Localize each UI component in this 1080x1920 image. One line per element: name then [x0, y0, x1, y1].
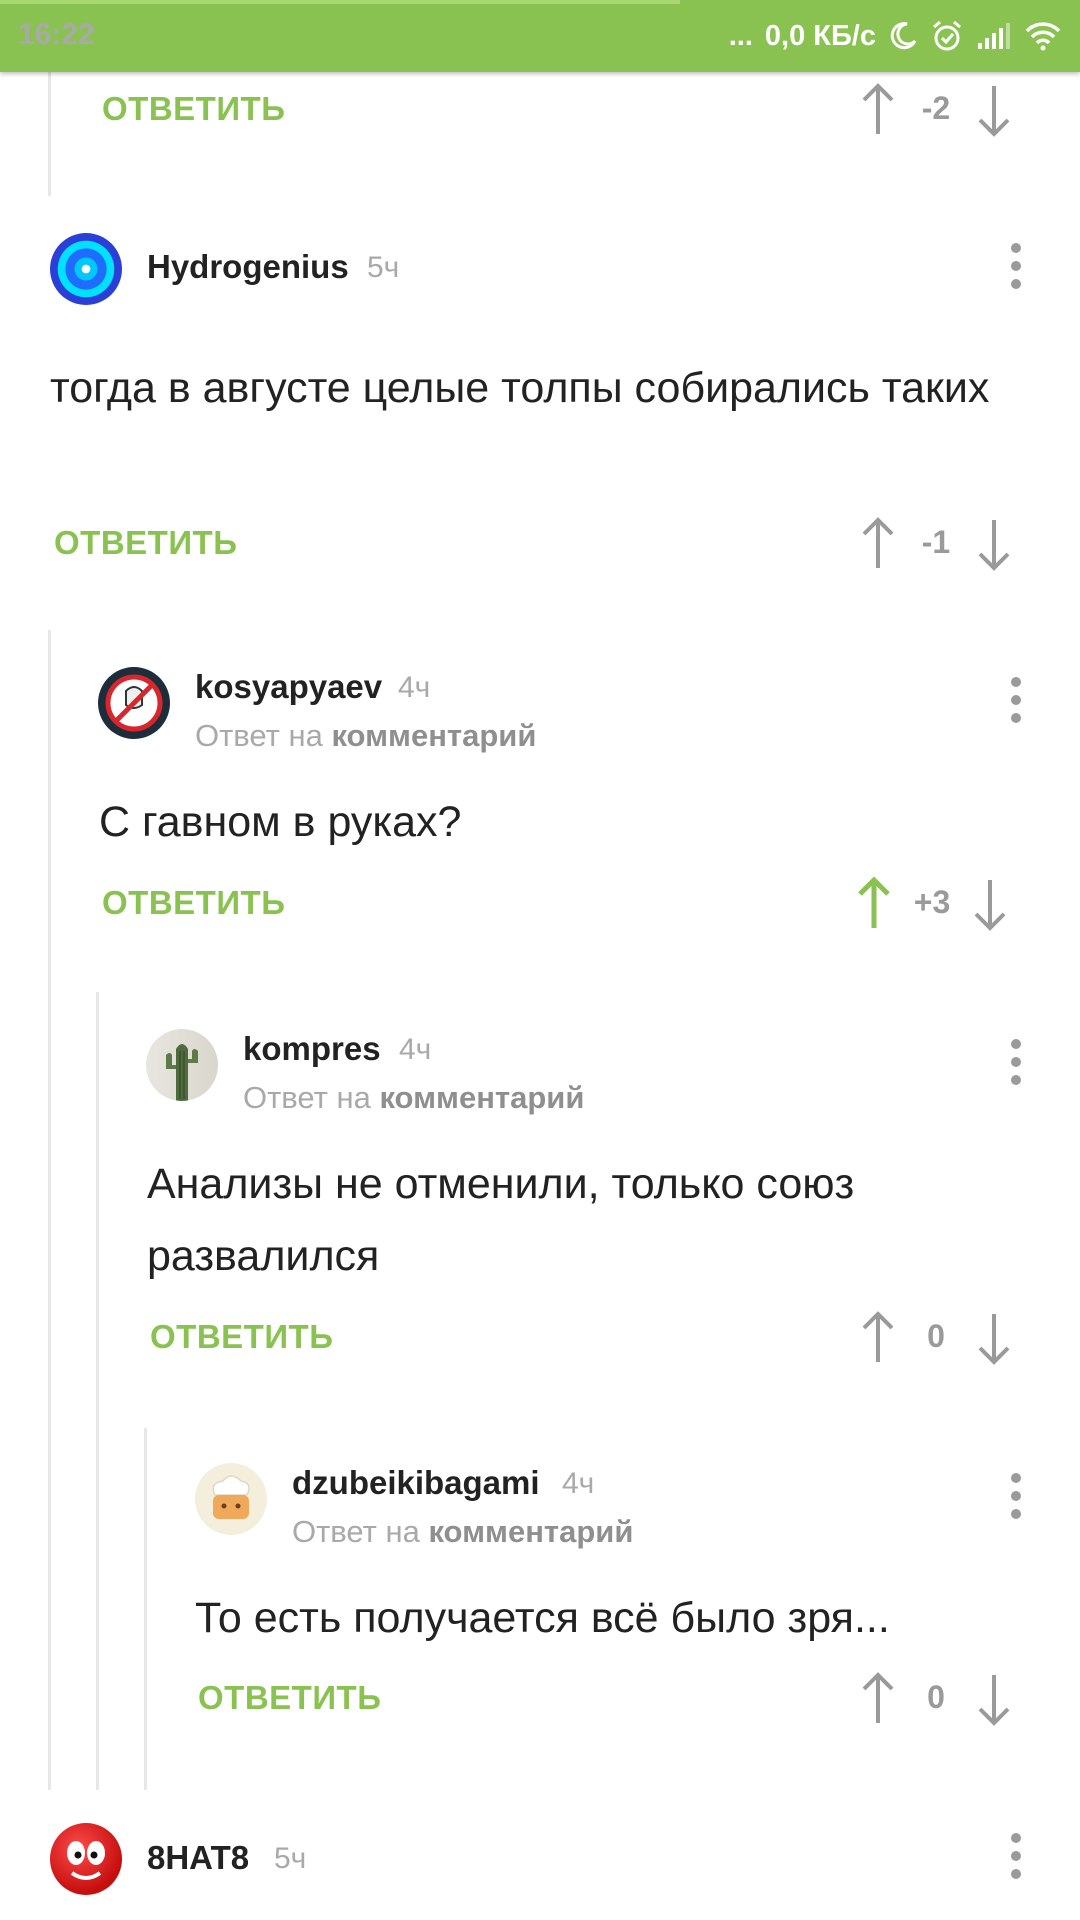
- reply-button[interactable]: ОТВЕТИТЬ: [54, 524, 237, 562]
- comment-time: 5ч: [367, 251, 400, 284]
- cactus-icon: [166, 1044, 198, 1101]
- downvote-icon[interactable]: [972, 1669, 1016, 1729]
- vote-controls: -1: [856, 514, 1016, 574]
- thread-line: [144, 1428, 147, 1790]
- username[interactable]: dzubeikibagami: [292, 1464, 540, 1502]
- username[interactable]: 8HAT8: [147, 1839, 249, 1877]
- page-load-progress: [0, 0, 680, 4]
- net-speed: 0,0 КБ/с: [764, 19, 876, 52]
- reply-to-prefix: Ответ на: [195, 718, 323, 753]
- reply-to-link[interactable]: комментарий: [379, 1080, 584, 1115]
- reply-to-info: Ответ на комментарий: [195, 718, 536, 754]
- comment-time: 4ч: [398, 671, 431, 704]
- status-time: 16:22: [18, 18, 95, 51]
- thread-line: [48, 630, 51, 1790]
- reply-to-info: Ответ на комментарий: [292, 1514, 633, 1550]
- moon-icon: [890, 22, 917, 50]
- downvote-icon[interactable]: [968, 874, 1012, 934]
- alarm-icon: [933, 20, 961, 51]
- vote-controls: -2: [856, 80, 1016, 140]
- upvote-icon[interactable]: [856, 514, 900, 574]
- more-options-icon[interactable]: [1002, 236, 1030, 296]
- downvote-icon[interactable]: [972, 80, 1016, 140]
- ghostbusters-avatar[interactable]: [98, 667, 170, 739]
- reply-to-prefix: Ответ на: [292, 1514, 420, 1549]
- cactus-avatar[interactable]: [146, 1029, 218, 1101]
- status-icons: ... 0,0 КБ/с: [729, 14, 1062, 58]
- vote-controls: 0: [856, 1308, 1016, 1368]
- comment-time: 4ч: [562, 1467, 595, 1500]
- more-options-icon[interactable]: [1002, 1826, 1030, 1886]
- upvote-icon[interactable]: [856, 80, 900, 140]
- vote-score: -1: [921, 524, 951, 560]
- upvote-icon[interactable]: [852, 874, 896, 934]
- reply-button[interactable]: ОТВЕТИТЬ: [198, 1679, 381, 1717]
- thread-line: [96, 992, 99, 1790]
- comment-text: С гавном в руках?: [99, 798, 462, 846]
- more-options-icon[interactable]: [1002, 1032, 1030, 1092]
- vote-controls: +3: [852, 874, 1012, 934]
- downvote-icon[interactable]: [972, 514, 1016, 574]
- red-face-avatar[interactable]: [50, 1823, 122, 1895]
- comment-text: То есть получается всё было зря...: [195, 1594, 890, 1642]
- chef-avatar[interactable]: [195, 1463, 267, 1535]
- vote-score: 0: [927, 1679, 945, 1715]
- username[interactable]: kompres: [243, 1030, 381, 1068]
- chef-icon: [212, 1475, 250, 1519]
- status-dots: ...: [728, 19, 753, 52]
- username[interactable]: kosyapyaev: [195, 668, 382, 706]
- thread-line: [48, 72, 51, 196]
- comment-text: тогда в августе целые толпы собирались т…: [50, 364, 990, 412]
- upvote-icon[interactable]: [856, 1308, 900, 1368]
- comment-text: Анализы не отменили, только союз развали…: [147, 1160, 855, 1280]
- vote-score: -2: [921, 90, 951, 126]
- ghostbusters-icon: [105, 674, 163, 732]
- reply-button[interactable]: ОТВЕТИТЬ: [150, 1318, 333, 1356]
- reply-to-link[interactable]: комментарий: [428, 1514, 633, 1549]
- comment-time: 5ч: [274, 1842, 307, 1875]
- reply-button[interactable]: ОТВЕТИТЬ: [102, 90, 285, 128]
- signal-icon: [978, 23, 1010, 49]
- red-face-icon: [67, 1841, 105, 1880]
- comment-time: 4ч: [399, 1033, 432, 1066]
- wifi-icon: [1025, 22, 1061, 51]
- status-bar: 16:22 ... 0,0 КБ/с: [0, 0, 1080, 72]
- target-avatar[interactable]: [50, 233, 122, 305]
- upvote-icon[interactable]: [856, 1669, 900, 1729]
- reply-button[interactable]: ОТВЕТИТЬ: [102, 884, 285, 922]
- vote-score: +3: [913, 884, 951, 920]
- vote-score: 0: [927, 1318, 945, 1354]
- username[interactable]: Hydrogenius: [147, 248, 349, 286]
- reply-to-prefix: Ответ на: [243, 1080, 371, 1115]
- reply-to-link[interactable]: комментарий: [331, 718, 536, 753]
- more-options-icon[interactable]: [1002, 1466, 1030, 1526]
- vote-controls: 0: [856, 1669, 1016, 1729]
- more-options-icon[interactable]: [1002, 670, 1030, 730]
- downvote-icon[interactable]: [972, 1308, 1016, 1368]
- reply-to-info: Ответ на комментарий: [243, 1080, 584, 1116]
